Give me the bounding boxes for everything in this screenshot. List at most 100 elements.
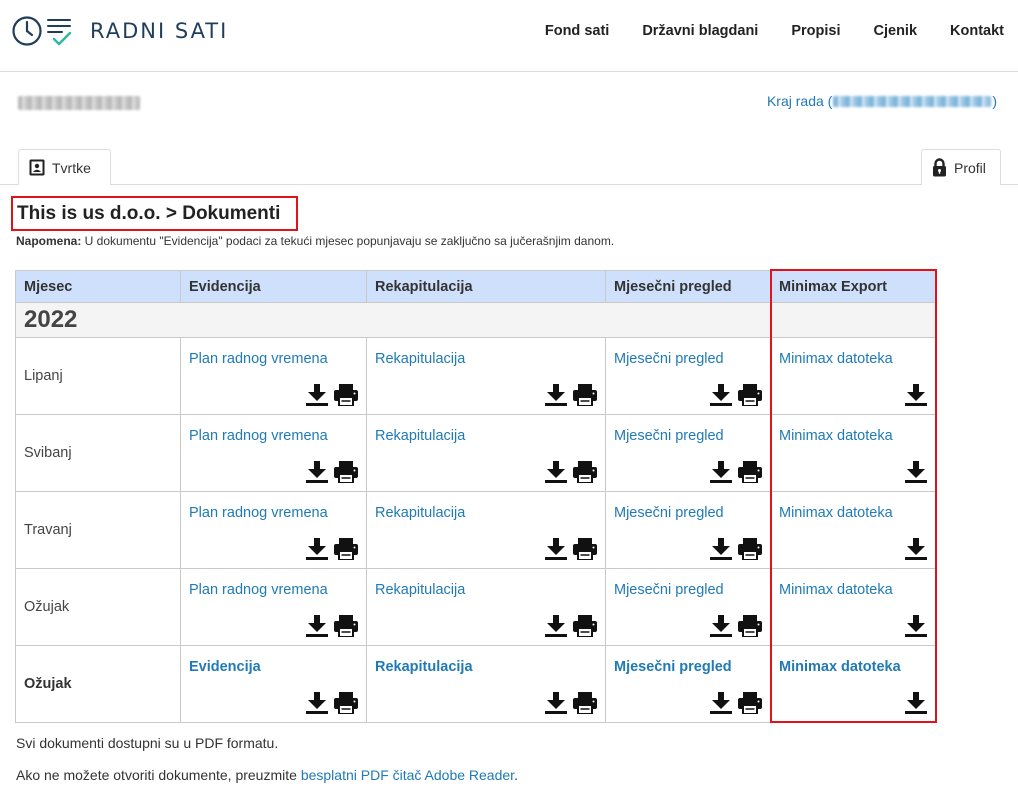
- mjesecni-pregled-link[interactable]: Mjesečni pregled: [614, 582, 724, 598]
- minimax-link[interactable]: Minimax datoteka: [779, 351, 893, 367]
- footer-reader-prefix: Ako ne možete otvoriti dokumente, preuzm…: [16, 767, 301, 783]
- logout-link[interactable]: Kraj rada ( ): [767, 93, 997, 109]
- evidencija-link[interactable]: Plan radnog vremena: [189, 351, 328, 367]
- rekapitulacija-link[interactable]: Rekapitulacija: [375, 351, 465, 367]
- printer-icon[interactable]: [328, 384, 358, 406]
- download-icon[interactable]: [300, 461, 328, 483]
- download-icon[interactable]: [300, 538, 328, 560]
- adobe-reader-link[interactable]: besplatni PDF čitač Adobe Reader: [301, 767, 514, 783]
- nav-drzavni-blagdani[interactable]: Državni blagdani: [642, 22, 758, 40]
- rekapitulacija-link[interactable]: Rekapitulacija: [375, 582, 465, 598]
- download-icon[interactable]: [704, 538, 732, 560]
- mjesecni-pregled-link[interactable]: Mjesečni pregled: [614, 351, 724, 367]
- rekapitulacija-cell: Rekapitulacija: [366, 414, 606, 492]
- evidencija-cell: Plan radnog vremena: [180, 414, 367, 492]
- table-row: Travanj Plan radnog vremena Rekapitulacija…: [15, 491, 936, 569]
- download-icon[interactable]: [899, 615, 927, 637]
- evidencija-link[interactable]: Plan radnog vremena: [189, 582, 328, 598]
- logo[interactable]: RADNI SATI: [12, 14, 228, 48]
- download-icon[interactable]: [539, 615, 567, 637]
- evidencija-link[interactable]: Plan radnog vremena: [189, 428, 328, 444]
- tab-tvrtke-label: Tvrtke: [52, 159, 91, 176]
- printer-icon[interactable]: [567, 615, 597, 637]
- tab-tvrtke[interactable]: Tvrtke: [18, 149, 111, 185]
- evidencija-cell: Plan radnog vremena: [180, 491, 367, 569]
- nav-kontakt[interactable]: Kontakt: [950, 22, 1004, 40]
- lock-icon: [933, 158, 946, 177]
- printer-icon[interactable]: [732, 692, 762, 714]
- download-icon[interactable]: [539, 384, 567, 406]
- company-name-redacted: [18, 96, 140, 110]
- minimax-link[interactable]: Minimax datoteka: [779, 582, 893, 598]
- nav-propisi[interactable]: Propisi: [791, 22, 840, 40]
- evidencija-actions: [300, 384, 358, 406]
- download-icon[interactable]: [704, 615, 732, 637]
- rekapitulacija-actions: [539, 384, 597, 406]
- minimax-actions: [899, 538, 927, 560]
- mjesecni-pregled-actions: [704, 384, 762, 406]
- printer-icon[interactable]: [567, 692, 597, 714]
- download-icon[interactable]: [539, 692, 567, 714]
- printer-icon[interactable]: [328, 692, 358, 714]
- download-icon[interactable]: [899, 384, 927, 406]
- download-icon[interactable]: [300, 384, 328, 406]
- printer-icon[interactable]: [732, 615, 762, 637]
- minimax-link[interactable]: Minimax datoteka: [779, 505, 893, 521]
- download-icon[interactable]: [704, 461, 732, 483]
- printer-icon[interactable]: [732, 384, 762, 406]
- download-icon[interactable]: [300, 615, 328, 637]
- minimax-actions: [899, 692, 927, 714]
- month-cell: Lipanj: [15, 337, 181, 415]
- rekapitulacija-cell: Rekapitulacija: [366, 645, 606, 723]
- page-title: This is us d.o.o. > Dokumenti: [11, 196, 298, 231]
- download-icon[interactable]: [539, 461, 567, 483]
- rekapitulacija-link[interactable]: Rekapitulacija: [375, 505, 465, 521]
- minimax-actions: [899, 615, 927, 637]
- nav-fond-sati[interactable]: Fond sati: [545, 22, 609, 40]
- download-icon[interactable]: [899, 538, 927, 560]
- rekapitulacija-link[interactable]: Rekapitulacija: [375, 428, 465, 444]
- download-icon[interactable]: [300, 692, 328, 714]
- note: Napomena: U dokumentu "Evidencija" podac…: [16, 234, 614, 248]
- mjesecni-pregled-actions: [704, 461, 762, 483]
- minimax-link[interactable]: Minimax datoteka: [779, 428, 893, 444]
- printer-icon[interactable]: [328, 461, 358, 483]
- printer-icon[interactable]: [567, 538, 597, 560]
- evidencija-link[interactable]: Plan radnog vremena: [189, 505, 328, 521]
- rekapitulacija-link[interactable]: Rekapitulacija: [375, 659, 473, 675]
- mjesecni-pregled-link[interactable]: Mjesečni pregled: [614, 428, 724, 444]
- printer-icon[interactable]: [328, 615, 358, 637]
- nav-cjenik[interactable]: Cjenik: [874, 22, 918, 40]
- contact-book-icon: [29, 159, 45, 176]
- rekapitulacija-actions: [539, 538, 597, 560]
- logo-text: RADNI SATI: [90, 19, 229, 43]
- download-icon[interactable]: [899, 461, 927, 483]
- footer-reader-note: Ako ne možete otvoriti dokumente, preuzm…: [16, 767, 518, 783]
- mjesecni-pregled-cell: Mjesečni pregled: [605, 491, 771, 569]
- printer-icon[interactable]: [732, 538, 762, 560]
- download-icon[interactable]: [539, 538, 567, 560]
- printer-icon[interactable]: [567, 384, 597, 406]
- download-icon[interactable]: [704, 692, 732, 714]
- main-nav: Fond sati Državni blagdani Propisi Cjeni…: [512, 22, 1004, 40]
- rekapitulacija-cell: Rekapitulacija: [366, 337, 606, 415]
- printer-icon[interactable]: [328, 538, 358, 560]
- evidencija-actions: [300, 692, 358, 714]
- header-mjesec: Mjesec: [15, 270, 181, 303]
- table-row: Svibanj Plan radnog vremena Rekapitulacija…: [15, 414, 936, 492]
- header-minimax-export: Minimax Export: [770, 270, 936, 303]
- evidencija-link[interactable]: Evidencija: [189, 659, 261, 675]
- download-icon[interactable]: [704, 384, 732, 406]
- minimax-link[interactable]: Minimax datoteka: [779, 659, 901, 675]
- printer-icon[interactable]: [732, 461, 762, 483]
- tab-profil[interactable]: Profil: [921, 149, 1001, 185]
- top-navbar: RADNI SATI Fond sati Državni blagdani Pr…: [0, 0, 1018, 72]
- table-row: Ožujak Plan radnog vremena Rekapitulacija M…: [15, 568, 936, 646]
- user-email-redacted: [833, 95, 992, 107]
- download-icon[interactable]: [899, 692, 927, 714]
- evidencija-actions: [300, 538, 358, 560]
- mjesecni-pregled-link[interactable]: Mjesečni pregled: [614, 659, 732, 675]
- clock-checklist-icon: [12, 16, 72, 46]
- printer-icon[interactable]: [567, 461, 597, 483]
- mjesecni-pregled-link[interactable]: Mjesečni pregled: [614, 505, 724, 521]
